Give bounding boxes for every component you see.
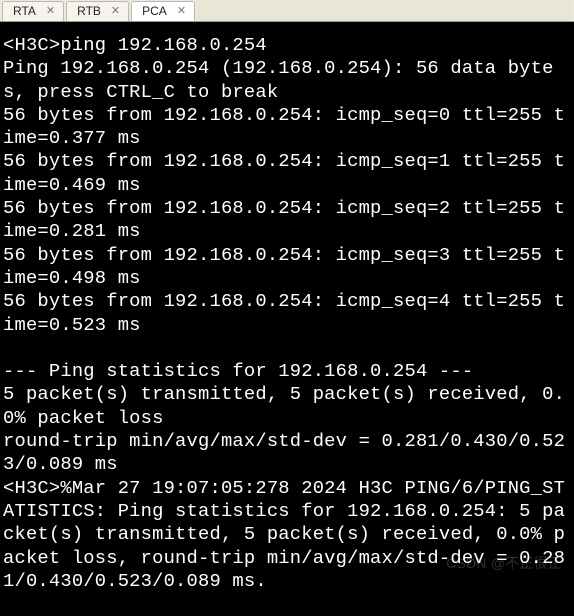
ping-reply: 56 bytes from 192.168.0.254: icmp_seq=3 … (3, 244, 565, 289)
log-line: <H3C>%Mar 27 19:07:05:278 2024 H3C PING/… (3, 477, 565, 592)
stats-line: round-trip min/avg/max/std-dev = 0.281/0… (3, 430, 565, 475)
command-text: ping 192.168.0.254 (60, 34, 266, 56)
ping-header: Ping 192.168.0.254 (192.168.0.254): 56 d… (3, 57, 554, 102)
tab-rtb[interactable]: RTB ✕ (66, 1, 129, 21)
tab-rta[interactable]: RTA ✕ (2, 1, 64, 21)
stats-line: 5 packet(s) transmitted, 5 packet(s) rec… (3, 383, 565, 428)
prompt: <H3C> (3, 34, 60, 56)
tab-label: RTB (77, 4, 101, 18)
ping-reply: 56 bytes from 192.168.0.254: icmp_seq=2 … (3, 197, 565, 242)
tabbar-spacer (197, 0, 572, 21)
close-icon[interactable]: ✕ (109, 6, 122, 17)
close-icon[interactable]: ✕ (44, 6, 57, 17)
tab-label: RTA (13, 4, 36, 18)
tab-label: PCA (142, 4, 167, 18)
ping-reply: 56 bytes from 192.168.0.254: icmp_seq=4 … (3, 290, 565, 335)
ping-reply: 56 bytes from 192.168.0.254: icmp_seq=0 … (3, 104, 565, 149)
ping-reply: 56 bytes from 192.168.0.254: icmp_seq=1 … (3, 150, 565, 195)
terminal-output[interactable]: <H3C>ping 192.168.0.254 Ping 192.168.0.2… (0, 22, 574, 579)
tab-bar: RTA ✕ RTB ✕ PCA ✕ (0, 0, 574, 22)
tab-pca[interactable]: PCA ✕ (131, 1, 195, 21)
stats-header: --- Ping statistics for 192.168.0.254 --… (3, 360, 473, 382)
close-icon[interactable]: ✕ (175, 6, 188, 17)
